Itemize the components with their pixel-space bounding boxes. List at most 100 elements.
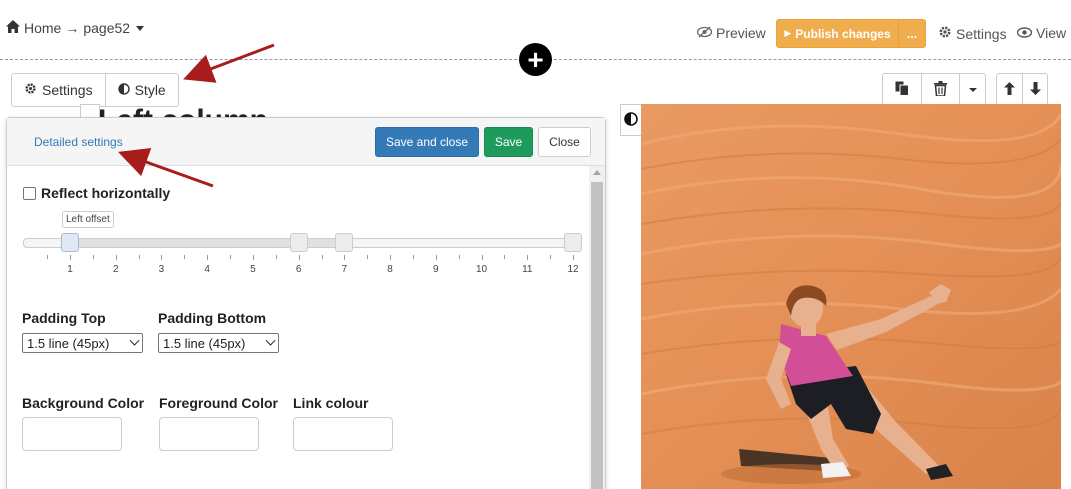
- eye-icon: [1016, 25, 1036, 41]
- tab-style[interactable]: Style: [104, 74, 178, 106]
- slider-handle[interactable]: [61, 233, 79, 252]
- contrast-icon: [624, 111, 638, 129]
- eye-slash-icon: [696, 25, 716, 41]
- breadcrumb-home[interactable]: Home: [24, 20, 61, 36]
- move-toolbar: [996, 73, 1048, 106]
- slider-tick: [161, 255, 163, 260]
- panel-header: Detailed settings Save and close Save Cl…: [7, 118, 605, 166]
- home-icon[interactable]: [6, 20, 24, 36]
- link-colour-input[interactable]: [293, 417, 393, 451]
- style-toggle-button[interactable]: [620, 104, 642, 136]
- slider-tick-label: 3: [158, 264, 165, 275]
- slider-minor-tick: [230, 255, 232, 259]
- scrollbar-thumb[interactable]: [591, 182, 603, 489]
- block-actions-toolbar: [882, 73, 986, 106]
- chevron-down-icon: [265, 335, 276, 346]
- slider-minor-tick: [275, 255, 277, 259]
- contrast-icon: [117, 82, 135, 98]
- gear-icon: [938, 25, 956, 42]
- slider-tick: [481, 255, 483, 260]
- view-link[interactable]: View: [1016, 25, 1066, 41]
- publish-button-group[interactable]: ▶ Publish changes ...: [776, 19, 926, 48]
- settings-link[interactable]: Settings: [938, 25, 1007, 42]
- arrow-down-icon: [1029, 81, 1041, 98]
- close-button[interactable]: Close: [538, 127, 591, 157]
- slider-tick-label: 2: [112, 264, 119, 275]
- link-colour-label: Link colour: [293, 395, 369, 411]
- settings-panel: Detailed settings Save and close Save Cl…: [6, 117, 606, 489]
- gear-icon: [24, 82, 42, 98]
- padding-top-select[interactable]: 1.5 line (45px): [22, 333, 143, 353]
- background-color-input[interactable]: [22, 417, 122, 451]
- sandboarding-photo: [641, 104, 1061, 489]
- move-up-button[interactable]: [997, 74, 1022, 105]
- slider-tick-label: 12: [567, 264, 579, 275]
- breadcrumb-page[interactable]: page52: [83, 20, 130, 36]
- slider-tick-label: 1: [67, 264, 73, 275]
- background-color-label: Background Color: [22, 395, 145, 411]
- detailed-settings-link[interactable]: Detailed settings: [34, 135, 123, 149]
- slider-tick: [390, 255, 392, 260]
- slider-tick: [344, 255, 346, 260]
- slider-minor-tick: [367, 255, 369, 259]
- padding-bottom-select[interactable]: 1.5 line (45px): [158, 333, 279, 353]
- foreground-color-input[interactable]: [159, 417, 259, 451]
- slider-tick-label: 7: [341, 264, 348, 275]
- block-tabs: Settings Style: [11, 73, 179, 107]
- plus-icon[interactable]: +: [519, 43, 552, 76]
- arrow-up-icon: [1004, 81, 1015, 98]
- copy-button[interactable]: [883, 74, 921, 105]
- slider-minor-tick: [184, 255, 186, 259]
- slider-tick: [573, 255, 574, 260]
- slider-tick-label: 9: [433, 264, 439, 275]
- slider-tick: [115, 255, 117, 260]
- caret-down-icon: [968, 87, 977, 92]
- tab-style-label: Style: [134, 82, 166, 98]
- move-down-button[interactable]: [1022, 74, 1047, 105]
- tab-settings[interactable]: Settings: [12, 74, 105, 106]
- slider-tooltip: Left offset: [62, 211, 114, 228]
- slider-tick-label: 5: [250, 264, 256, 275]
- trash-icon: [934, 80, 947, 99]
- slider-tick: [298, 255, 300, 260]
- settings-label: Settings: [956, 25, 1007, 42]
- publish-more-button[interactable]: ...: [899, 20, 925, 47]
- padding-top-label: Padding Top: [22, 310, 106, 326]
- publish-changes-button[interactable]: ▶ Publish changes: [777, 20, 899, 47]
- slider-tick-label: 6: [295, 264, 302, 275]
- save-and-close-button[interactable]: Save and close: [375, 127, 479, 157]
- slider-tick: [207, 255, 209, 260]
- slider-minor-tick: [321, 255, 323, 259]
- breadcrumb-separator: →: [65, 20, 80, 36]
- more-actions-dropdown[interactable]: [959, 74, 985, 105]
- slider-minor-tick: [458, 255, 460, 259]
- slider-tick-label: 11: [522, 264, 533, 275]
- slider-tick: [527, 255, 529, 260]
- slider-handle[interactable]: [564, 233, 582, 252]
- slider-tick-label: 10: [475, 264, 488, 275]
- padding-bottom-value: 1.5 line (45px): [163, 335, 246, 351]
- play-icon: ▶: [784, 28, 792, 38]
- breadcrumb: Home → page52: [6, 20, 145, 36]
- reflect-label: Reflect horizontally: [41, 185, 171, 201]
- padding-top-value: 1.5 line (45px): [27, 335, 110, 351]
- chevron-down-icon: [129, 335, 140, 346]
- slider-minor-tick: [138, 255, 140, 259]
- chevron-down-icon[interactable]: [136, 25, 145, 31]
- preview-label: Preview: [716, 25, 766, 41]
- slider-minor-tick: [412, 255, 414, 259]
- preview-link[interactable]: Preview: [696, 25, 766, 41]
- slider-minor-tick: [504, 255, 506, 259]
- padding-bottom-label: Padding Bottom: [158, 310, 267, 326]
- foreground-color-label: Foreground Color: [159, 395, 278, 411]
- tab-settings-label: Settings: [42, 82, 93, 98]
- slider-tick-label: 8: [387, 264, 393, 275]
- slider-handle[interactable]: [289, 233, 308, 252]
- scroll-up-icon[interactable]: [593, 170, 601, 175]
- save-button[interactable]: Save: [484, 127, 533, 157]
- slider-tick: [252, 255, 254, 260]
- slider-handle[interactable]: [335, 233, 354, 252]
- reflect-checkbox[interactable]: [23, 186, 36, 200]
- reflect-horizontally-option[interactable]: Reflect horizontally: [23, 185, 170, 201]
- delete-button[interactable]: [921, 74, 959, 105]
